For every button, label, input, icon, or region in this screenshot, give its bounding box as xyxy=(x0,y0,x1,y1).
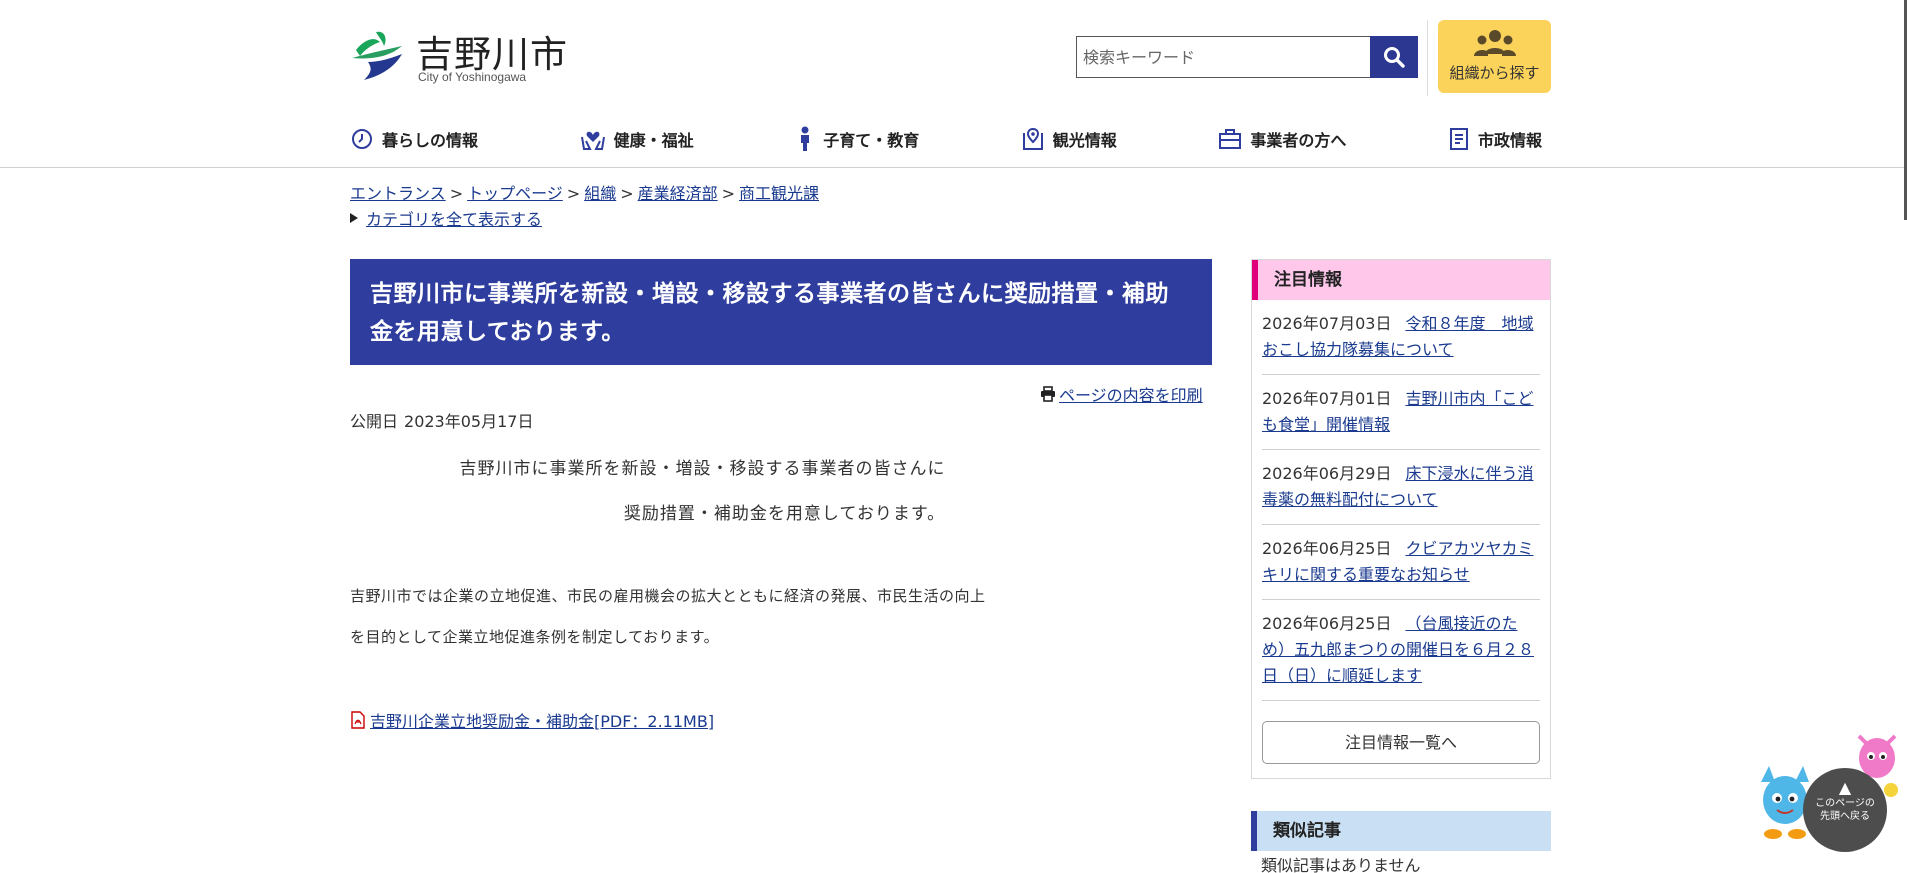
similar-articles-heading: 類似記事 xyxy=(1251,811,1551,851)
back-to-top-widget[interactable]: ▲ このページの 先頭へ戻る xyxy=(1753,728,1905,852)
news-item: 2026年06月25日 クビアカツヤカミキリに関する重要なお知らせ xyxy=(1262,525,1540,600)
nav-label: 暮らしの情報 xyxy=(382,131,479,150)
print-page-label[interactable]: ページの内容を印刷 xyxy=(1059,382,1203,406)
printer-icon xyxy=(1041,386,1055,402)
search-button[interactable] xyxy=(1370,36,1418,78)
intro-line-1: 吉野川市に事業所を新設・増設・移設する事業者の皆さんに xyxy=(459,459,946,479)
news-item: 2026年07月03日 令和８年度 地域おこし協力隊募集について xyxy=(1262,300,1540,375)
nav-item-cityhall[interactable]: 市政情報 xyxy=(1448,122,1542,156)
nav-label: 健康・福祉 xyxy=(613,131,694,150)
breadcrumb: エントランス > トップページ > 組織 > 産業経済部 > 商工観光課 xyxy=(350,180,819,204)
nav-item-health[interactable]: 健康・福祉 xyxy=(580,122,694,156)
news-item: 2026年07月01日 吉野川市内「こども食堂」開催情報 xyxy=(1262,375,1540,450)
featured-info-more-button[interactable]: 注目情報一覧へ xyxy=(1262,721,1540,764)
news-date: 2026年07月01日 xyxy=(1262,389,1392,408)
city-emblem-icon xyxy=(352,31,402,80)
triangle-right-icon xyxy=(350,213,358,223)
breadcrumb-link-section[interactable]: 商工観光課 xyxy=(739,184,819,203)
nav-item-childcare[interactable]: 子育て・教育 xyxy=(795,122,919,156)
nav-label: 観光情報 xyxy=(1052,131,1117,150)
search-icon xyxy=(1384,47,1405,68)
back-to-top-label-1: このページの xyxy=(1815,798,1875,809)
breadcrumb-separator: > xyxy=(620,184,634,203)
people-group-icon xyxy=(1473,30,1516,56)
nav-item-living[interactable]: 暮らしの情報 xyxy=(350,122,478,156)
org-search-button[interactable]: 組織から探す xyxy=(1438,20,1551,93)
featured-news-list: 2026年07月03日 令和８年度 地域おこし協力隊募集について 2026年07月… xyxy=(1252,300,1550,701)
logo-subtitle: City of Yoshinogawa xyxy=(418,70,527,84)
search-form xyxy=(1076,36,1418,78)
site-logo[interactable]: 吉野川市 City of Yoshinogawa xyxy=(350,24,570,90)
org-search-label: 組織から探す xyxy=(1449,64,1540,82)
breadcrumb-link-entrance[interactable]: エントランス xyxy=(350,184,446,203)
similar-articles-empty: 類似記事はありません xyxy=(1261,856,1421,873)
heart-hands-icon xyxy=(580,131,605,150)
nav-label: 市政情報 xyxy=(1477,131,1542,150)
nav-item-tourism[interactable]: 観光情報 xyxy=(1021,122,1117,156)
breadcrumb-separator: > xyxy=(721,184,736,203)
pdf-download[interactable]: 吉野川企業立地奨励金・補助金[PDF：2.11MB] xyxy=(350,708,714,732)
global-nav: 暮らしの情報 健康・福祉 子育て・教育 観光情報 事業者の方へ 市政情報 xyxy=(350,122,1542,156)
news-date: 2026年06月25日 xyxy=(1262,539,1392,558)
intro-line-2: 奨励措置・補助金を用意しております。 xyxy=(623,504,946,524)
news-item: 2026年06月29日 床下浸水に伴う消毒薬の無料配付について xyxy=(1262,450,1540,525)
document-icon xyxy=(1449,128,1468,150)
search-input[interactable] xyxy=(1076,36,1370,78)
nav-label: 事業者の方へ xyxy=(1250,131,1347,150)
back-to-top-label-2: 先頭へ戻る xyxy=(1820,811,1870,822)
pdf-download-link[interactable]: 吉野川企業立地奨励金・補助金[PDF：2.11MB] xyxy=(370,708,714,732)
news-item: 2026年06月25日 （台風接近のため）五九郎まつりの開催日を６月２８日（日）に… xyxy=(1262,600,1540,701)
page-title: 吉野川市に事業所を新設・増設・移設する事業者の皆さんに奨励措置・補助金を用意して… xyxy=(350,259,1212,365)
featured-info-panel: 注目情報 2026年07月03日 令和８年度 地域おこし協力隊募集について 202… xyxy=(1251,259,1551,779)
briefcase-icon xyxy=(1219,129,1242,149)
map-pin-icon xyxy=(1022,127,1043,150)
nav-label: 子育て・教育 xyxy=(823,131,920,150)
breadcrumb-link-top[interactable]: トップページ xyxy=(467,184,563,203)
news-date: 2026年06月25日 xyxy=(1262,614,1392,633)
print-page-link[interactable]: ページの内容を印刷 xyxy=(1040,382,1203,406)
clock-icon xyxy=(352,129,372,149)
header-divider xyxy=(1427,20,1428,96)
body-text-line-2: を目的として企業立地促進条例を制定しております。 xyxy=(350,628,720,646)
nav-item-business[interactable]: 事業者の方へ xyxy=(1218,122,1346,156)
breadcrumb-separator: > xyxy=(566,184,581,203)
category-toggle-link[interactable]: カテゴリを全て表示する xyxy=(366,206,542,230)
back-to-top-button[interactable]: ▲ このページの 先頭へ戻る xyxy=(1803,768,1887,852)
child-icon xyxy=(801,126,810,151)
breadcrumb-link-organization[interactable]: 組織 xyxy=(584,184,616,203)
publish-date: 公開日 2023年05月17日 xyxy=(350,408,533,432)
news-date: 2026年06月29日 xyxy=(1262,464,1392,483)
body-text-line-1: 吉野川市では企業の立地促進、市民の雇用機会の拡大とともに経済の発展、市民生活の向… xyxy=(350,587,986,605)
featured-info-heading: 注目情報 xyxy=(1252,260,1550,300)
breadcrumb-separator: > xyxy=(449,184,464,203)
pdf-file-icon xyxy=(351,711,365,729)
publish-date-label: 公開日 xyxy=(350,412,399,431)
site-header: 吉野川市 City of Yoshinogawa 組織から探す 暮らしの情報 xyxy=(0,0,1907,168)
arrow-up-icon: ▲ xyxy=(1838,778,1852,797)
breadcrumb-link-department[interactable]: 産業経済部 xyxy=(638,184,718,203)
publish-date-value: 2023年05月17日 xyxy=(404,412,534,431)
news-date: 2026年07月03日 xyxy=(1262,314,1392,333)
category-toggle[interactable]: カテゴリを全て表示する xyxy=(350,206,542,230)
